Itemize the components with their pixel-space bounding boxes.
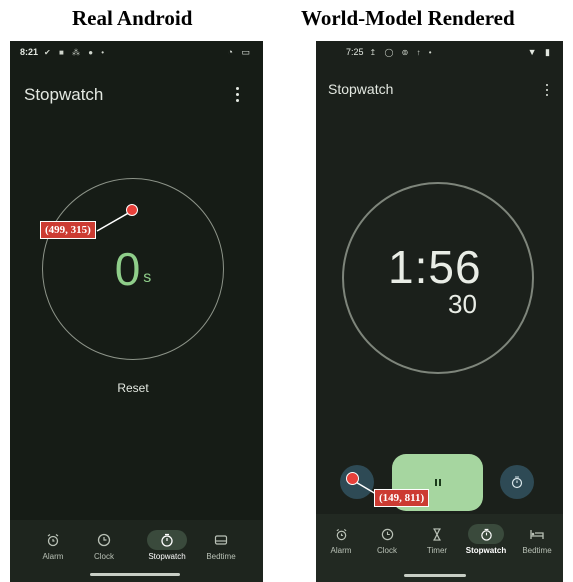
annotation-line (353, 480, 377, 495)
nav-label: Clock (93, 552, 114, 561)
nav-label: Timer (426, 546, 448, 555)
nav-label: Stopwatch (148, 552, 186, 561)
hourglass-icon (412, 524, 462, 544)
world-model-screen: 7:25 ↥ ◯ ⊚ ↑ • ▼ ▮ Stopwatch 1:56 30 (14… (316, 41, 563, 582)
stopwatch-icon (147, 530, 187, 550)
heading-world-model: World-Model Rendered (301, 6, 515, 30)
tap-point-marker (346, 472, 359, 485)
nav-alarm[interactable]: Alarm (316, 524, 366, 555)
coordinate-label: (499, 315) (40, 221, 96, 239)
alarm-icon (28, 530, 78, 550)
nav-clock[interactable]: Clock (79, 530, 129, 561)
nav-stopwatch[interactable]: Stopwatch (142, 530, 192, 561)
nav-label: Alarm (42, 552, 64, 561)
nav-stopwatch[interactable]: Stopwatch (461, 524, 511, 555)
bottom-navigation: Alarm Clock Stopwatch Bedtime (10, 520, 263, 582)
nav-label: Alarm (330, 546, 352, 555)
annotation-line (96, 210, 133, 232)
nav-bedtime[interactable]: Bedtime (512, 524, 562, 555)
nav-label: Bedtime (206, 552, 236, 561)
stopwatch-icon (468, 524, 504, 544)
coordinate-label: (149, 811) (374, 489, 430, 507)
nav-bedtime[interactable]: Bedtime (196, 530, 246, 561)
bed-icon (512, 524, 562, 544)
nav-label: Stopwatch (465, 546, 507, 555)
nav-clock[interactable]: Clock (362, 524, 412, 555)
alarm-icon (316, 524, 366, 544)
nav-alarm[interactable]: Alarm (28, 530, 78, 561)
clock-icon (362, 524, 412, 544)
nav-timer[interactable]: Timer (412, 524, 462, 555)
home-indicator[interactable] (90, 573, 180, 576)
nav-label: Clock (376, 546, 397, 555)
nav-label: Bedtime (522, 546, 552, 555)
bedtime-icon (196, 530, 246, 550)
home-indicator[interactable] (404, 574, 466, 577)
real-android-screen: 8:21 ✔ ■ ⁂ ● • ◔ ▭ Stopwatch 0 s Reset (… (10, 41, 263, 582)
tap-point-marker (126, 204, 138, 216)
clock-icon (79, 530, 129, 550)
heading-real-android: Real Android (72, 6, 193, 30)
bottom-navigation: Alarm Clock Timer Stopwatch Bedtime (316, 514, 563, 582)
